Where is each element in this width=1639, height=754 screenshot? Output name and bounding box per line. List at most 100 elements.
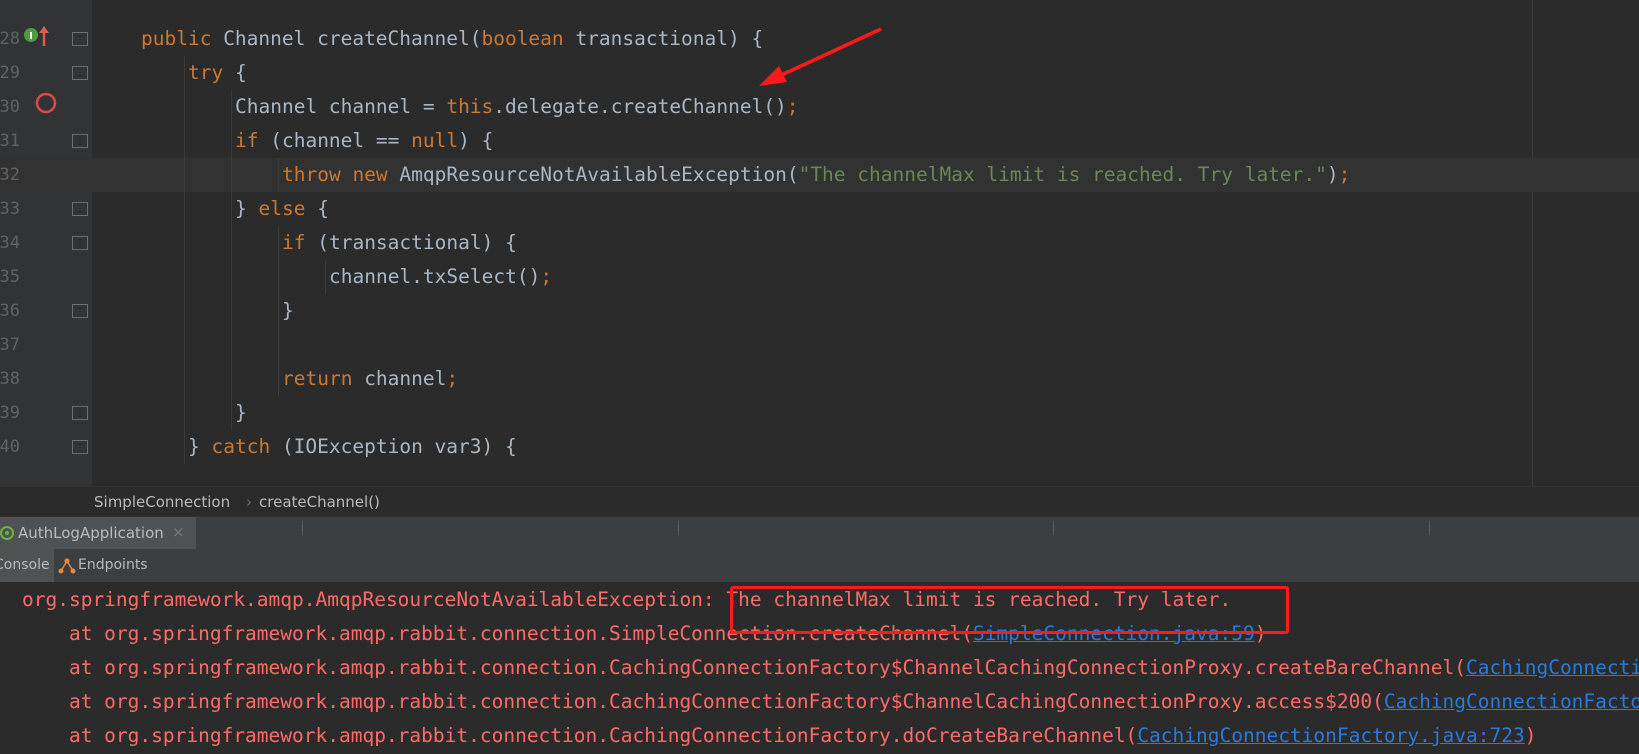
code-line[interactable]: if (transactional) { [282, 226, 517, 260]
code-token: .delegate.createChannel() [493, 95, 787, 118]
indent-guide [278, 158, 279, 192]
fold-start-icon[interactable] [72, 236, 88, 250]
spring-boot-icon [0, 526, 14, 540]
tab-divider [1053, 521, 1054, 535]
tab-endpoints-label: Endpoints [78, 557, 148, 573]
code-token: transactional) { [575, 27, 764, 50]
stack-frame: at org.springframework.amqp.rabbit.conne… [22, 656, 1467, 679]
code-line[interactable]: } [282, 294, 294, 328]
fold-start-icon[interactable] [72, 440, 88, 454]
source-link[interactable]: CachingConnectionFactory.java:1 [1384, 690, 1639, 713]
code-token: { [317, 197, 329, 220]
indent-guide [184, 90, 185, 124]
indent-guide [184, 396, 185, 430]
fold-end-icon[interactable] [72, 304, 88, 318]
code-line[interactable]: channel.txSelect(); [329, 260, 552, 294]
breakpoint-icon[interactable] [34, 91, 58, 115]
code-line[interactable]: Channel channel = this.delegate.createCh… [235, 90, 799, 124]
console-line: at org.springframework.amqp.rabbit.conne… [22, 719, 1537, 753]
breadcrumb: SimpleConnection › createChannel() [0, 486, 1639, 517]
keyword-token: throw new [282, 163, 400, 186]
line-number[interactable]: 33 [0, 199, 20, 219]
console-output[interactable]: org.springframework.amqp.AmqpResourceNot… [0, 583, 1639, 754]
tab-console[interactable]: Console [0, 549, 54, 582]
implements-method-icon[interactable]: I [22, 24, 52, 48]
code-line[interactable]: throw new AmqpResourceNotAvailableExcept… [282, 158, 1350, 192]
code-line[interactable]: } [235, 396, 247, 430]
run-tab-label: AuthLogApplication [18, 524, 164, 542]
breadcrumb-method[interactable]: createChannel() [259, 493, 380, 511]
breadcrumb-class[interactable]: SimpleConnection [94, 493, 230, 511]
tab-divider [302, 521, 303, 535]
line-number[interactable]: 30 [0, 97, 20, 117]
code-line[interactable]: return channel; [282, 362, 458, 396]
code-token: Channel channel = [235, 95, 447, 118]
fold-start-icon[interactable] [72, 134, 88, 148]
line-number[interactable]: 35 [0, 267, 20, 287]
code-line[interactable]: } catch (IOException var3) { [188, 430, 517, 464]
code-line[interactable]: public Channel createChannel(boolean tra… [141, 22, 763, 56]
indent-guide [184, 430, 185, 464]
line-number[interactable]: 39 [0, 403, 20, 423]
fold-end-icon[interactable] [72, 406, 88, 420]
code-token: AmqpResourceNotAvailableException( [399, 163, 799, 186]
code-token: } [188, 435, 212, 458]
indent-guide [325, 260, 326, 294]
indent-guide [231, 90, 232, 124]
code-token: Channel createChannel( [223, 27, 482, 50]
keyword-token: public [141, 27, 224, 50]
indent-guide [184, 226, 185, 260]
line-number[interactable]: 37 [0, 335, 20, 355]
keyword-token: if [235, 129, 271, 152]
endpoints-icon [58, 558, 76, 574]
code-token: (IOException var3) { [281, 435, 517, 458]
line-number[interactable]: 36 [0, 301, 20, 321]
line-number[interactable]: 40 [0, 437, 20, 457]
svg-text:I: I [29, 31, 33, 42]
indent-guide [231, 124, 232, 158]
source-link[interactable]: CachingConnectionFactory.java:1 [1466, 656, 1639, 679]
code-line[interactable]: try { [188, 56, 247, 90]
keyword-token: try [188, 61, 235, 84]
indent-guide [184, 56, 185, 90]
keyword-token: ; [1338, 163, 1351, 186]
code-editor[interactable]: 28 public Channel createChannel(boolean t… [0, 0, 1639, 486]
line-number[interactable]: 38 [0, 369, 20, 389]
code-token: } [282, 299, 294, 322]
code-token: (transactional) { [317, 231, 517, 254]
indent-guide [231, 226, 232, 260]
code-token: channel.txSelect() [329, 265, 541, 288]
close-icon[interactable]: × [172, 523, 185, 541]
line-number[interactable]: 34 [0, 233, 20, 253]
annotation-arrow-icon [759, 27, 882, 86]
keyword-token: if [282, 231, 318, 254]
indent-guide [184, 124, 185, 158]
indent-guide [231, 192, 232, 226]
code-line[interactable]: } else { [235, 192, 329, 226]
code-token: ) { [458, 129, 494, 152]
string-token: "The channelMax limit is reached. Try la… [798, 163, 1327, 186]
run-tool-window-tabbar: AuthLogApplication × [0, 516, 1639, 549]
fold-start-icon[interactable] [72, 66, 88, 80]
code-line[interactable]: if (channel == null) { [235, 124, 493, 158]
keyword-token: null [411, 129, 459, 152]
fold-start-icon[interactable] [72, 32, 88, 46]
code-token: channel [364, 367, 447, 390]
stack-frame: at org.springframework.amqp.rabbit.conne… [22, 724, 1138, 747]
line-number[interactable]: 29 [0, 63, 20, 83]
line-number[interactable]: 32 [0, 165, 20, 185]
source-link[interactable]: CachingConnectionFactory.java:723 [1137, 724, 1524, 747]
fold-end-icon[interactable] [72, 202, 88, 216]
annotation-highlight-box [730, 586, 1289, 634]
code-token: (channel == [270, 129, 412, 152]
run-tab-authlogapplication[interactable]: AuthLogApplication × [0, 517, 196, 549]
indent-guide [184, 362, 185, 396]
keyword-token: boolean [481, 27, 576, 50]
indent-guide [184, 158, 185, 192]
code-token: ) [1326, 163, 1339, 186]
keyword-token: ; [786, 95, 799, 118]
code-token: } [235, 197, 259, 220]
line-number[interactable]: 31 [0, 131, 20, 151]
indent-guide [231, 362, 232, 396]
line-number[interactable]: 28 [0, 29, 20, 49]
